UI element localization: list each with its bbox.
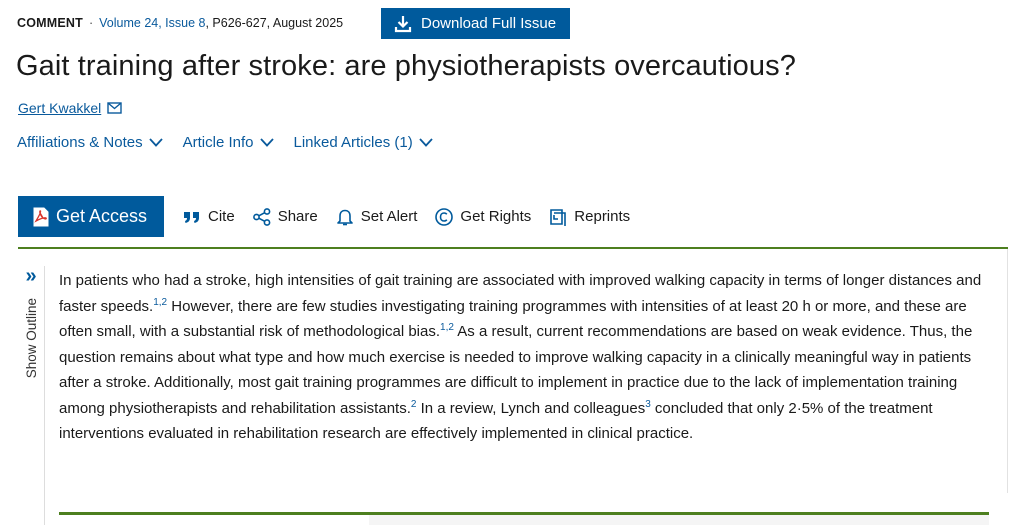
copyright-icon (435, 207, 454, 226)
reference-link[interactable]: 1,2 (440, 322, 454, 333)
quote-icon (184, 211, 199, 223)
double-chevron-right-icon: » (25, 265, 37, 287)
reprints-button[interactable]: Reprints (548, 207, 630, 227)
download-full-issue-label: Download Full Issue (421, 15, 557, 32)
share-label: Share (277, 208, 318, 225)
linked-articles-label: Linked Articles (1) (293, 134, 413, 151)
show-outline-label: Show Outline (23, 298, 39, 379)
pdf-icon (33, 207, 49, 226)
author-link[interactable]: Gert Kwakkel (18, 100, 101, 116)
get-access-label: Get Access (56, 206, 148, 226)
volume-issue-link[interactable]: Volume 24, Issue 8 (99, 16, 205, 30)
cite-button[interactable]: Cite (182, 207, 235, 227)
set-alert-button[interactable]: Set Alert (335, 207, 418, 227)
download-icon (394, 15, 412, 32)
pages-date: , P626-627, August 2025 (205, 16, 344, 30)
get-rights-button[interactable]: Get Rights (434, 207, 531, 227)
article-type: COMMENT (17, 16, 83, 30)
show-outline-toggle[interactable]: » Show Outline (18, 266, 44, 378)
envelope-icon[interactable] (107, 102, 122, 114)
abstract-text-4: In a review, Lynch and colleagues (416, 399, 646, 417)
get-rights-label: Get Rights (460, 208, 532, 225)
reprints-label: Reprints (574, 208, 631, 225)
next-section-box (369, 515, 989, 525)
author-line: Gert Kwakkel (18, 100, 122, 116)
article-meta: COMMENT · Volume 24, Issue 8 , P626-627,… (17, 16, 343, 30)
affiliations-notes-toggle[interactable]: Affiliations & Notes (17, 134, 163, 151)
article-toolbar: Get Access Cite Share Set Alert Get Righ… (18, 196, 630, 237)
bell-icon (336, 209, 353, 225)
chevron-down-icon (148, 138, 163, 147)
reference-link[interactable]: 1,2 (153, 297, 167, 308)
toolbar-divider (18, 247, 1008, 249)
cite-label: Cite (208, 208, 235, 225)
content-right-border (1007, 249, 1008, 493)
article-info-toggle[interactable]: Article Info (183, 134, 274, 151)
article-info-label: Article Info (182, 134, 254, 151)
share-button[interactable]: Share (252, 207, 318, 227)
meta-separator: · (88, 16, 94, 30)
linked-articles-toggle[interactable]: Linked Articles (1) (294, 134, 433, 151)
reprints-icon (550, 208, 567, 226)
chevron-down-icon (259, 138, 274, 147)
download-full-issue-button[interactable]: Download Full Issue (381, 8, 571, 39)
affiliations-notes-label: Affiliations & Notes (17, 134, 143, 151)
get-access-button[interactable]: Get Access (18, 196, 164, 237)
chevron-down-icon (419, 138, 433, 147)
article-info-tabs: Affiliations & Notes Article Info Linked… (17, 134, 433, 151)
set-alert-label: Set Alert (360, 208, 418, 225)
article-abstract: In patients who had a stroke, high inten… (59, 268, 994, 447)
outline-divider (44, 266, 45, 525)
article-title: Gait training after stroke: are physioth… (16, 50, 796, 82)
share-icon (252, 207, 271, 226)
